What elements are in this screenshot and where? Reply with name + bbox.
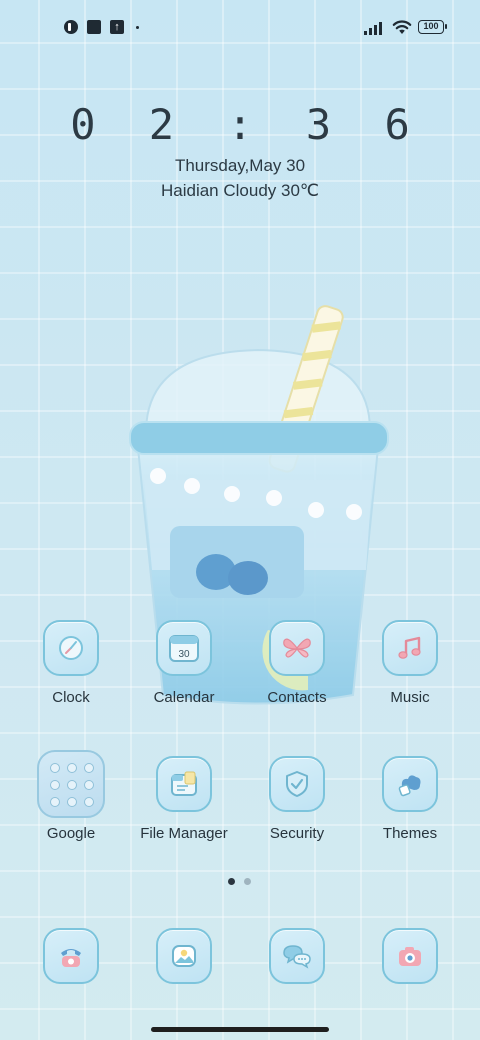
dock-camera[interactable] [354, 928, 466, 988]
dock-phone[interactable] [15, 928, 127, 988]
home-indicator[interactable] [151, 1027, 329, 1032]
app-label: Music [390, 689, 430, 706]
battery-icon: 100 [418, 20, 447, 34]
page-dot-active[interactable] [228, 878, 235, 885]
folder-icon [37, 750, 105, 818]
gallery-icon [172, 945, 196, 967]
app-security[interactable]: Security [241, 756, 353, 866]
app-file-manager[interactable]: File Manager [128, 756, 240, 866]
calendar-icon: 30 [169, 635, 199, 662]
phone-icon [61, 949, 81, 967]
shield-check-icon [286, 771, 308, 797]
app-contacts[interactable]: Contacts [241, 620, 353, 730]
app-music[interactable]: Music [354, 620, 466, 730]
square-notification-icon [87, 20, 101, 34]
dock-messages[interactable] [241, 928, 353, 988]
dock-gallery[interactable] [128, 928, 240, 988]
date-text[interactable]: Thursday,May 30 [0, 156, 480, 176]
clock-time[interactable]: 0 2 : 3 6 [0, 100, 480, 149]
app-calendar[interactable]: 30 Calendar [128, 620, 240, 730]
folder-google[interactable]: Google [15, 750, 127, 866]
more-dot-icon [136, 26, 139, 29]
music-note-icon [398, 636, 421, 659]
messages-icon [283, 945, 311, 969]
butterfly-icon [283, 638, 311, 658]
signal-icon [364, 21, 386, 35]
page-dot[interactable] [244, 878, 251, 885]
app-themes[interactable]: Themes [354, 756, 466, 866]
calendar-badge: 30 [178, 649, 190, 660]
app-label: Themes [382, 825, 438, 842]
notification-app-icon [64, 20, 78, 34]
camera-icon [399, 947, 421, 966]
clock-icon [59, 636, 83, 660]
weather-text[interactable]: Haidian Cloudy 30℃ [0, 181, 480, 201]
app-clock[interactable]: Clock [15, 620, 127, 730]
folder-file-icon [171, 771, 197, 796]
status-bar: ↑ 100 [0, 16, 480, 40]
theme-brush-icon [398, 775, 421, 797]
upload-icon: ↑ [110, 20, 124, 34]
wifi-icon [392, 20, 412, 34]
